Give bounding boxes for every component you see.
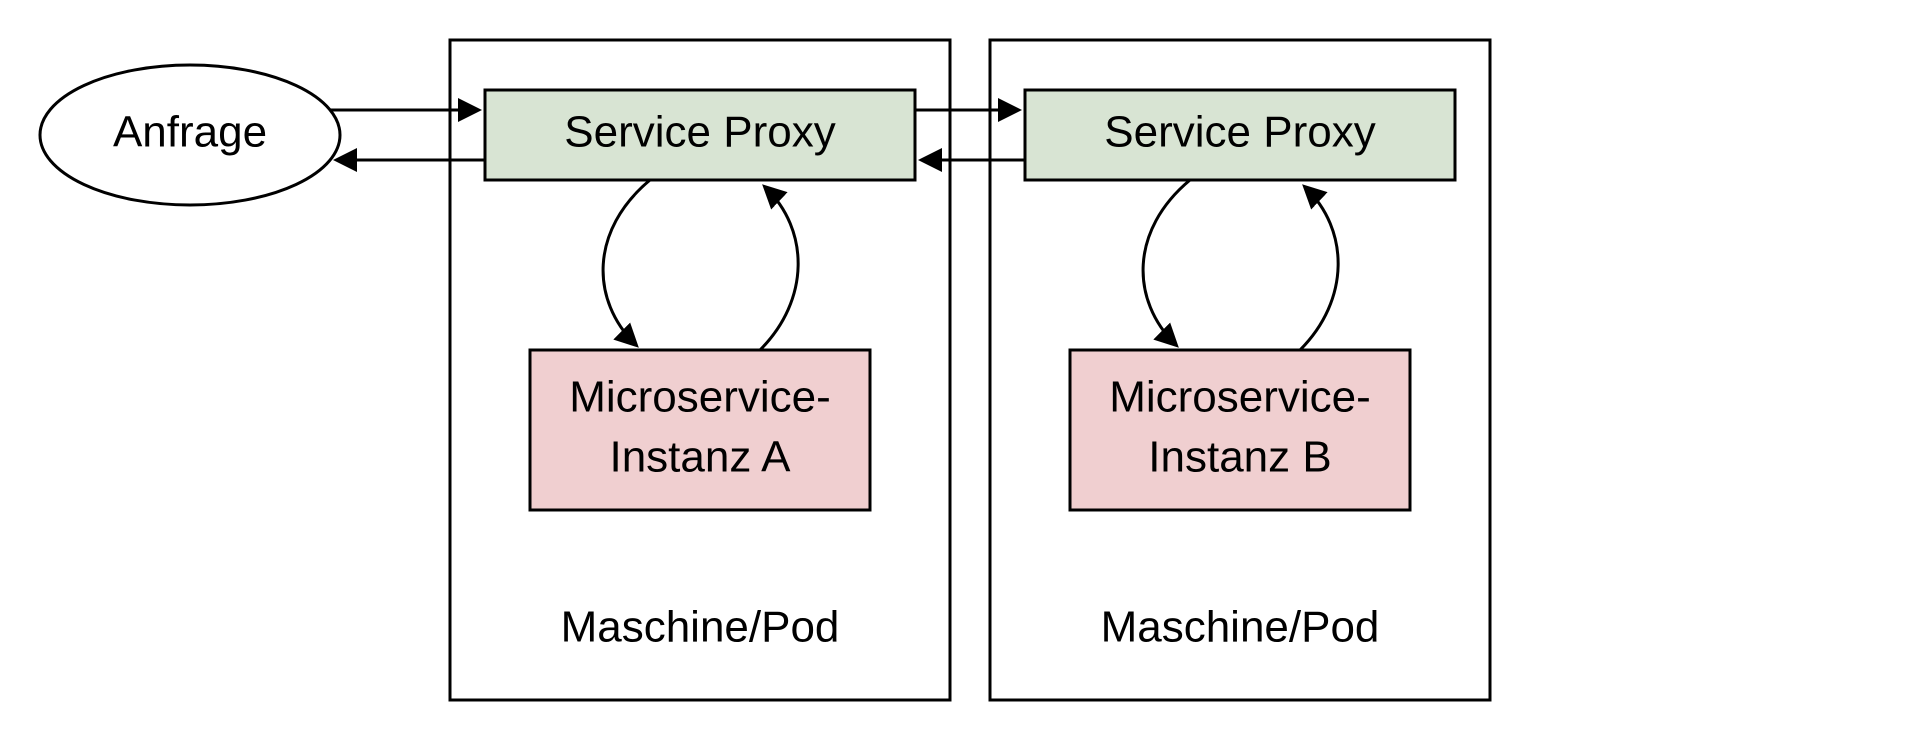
pod-a-service-line2: Instanz A xyxy=(609,433,791,482)
pod-b-service-line1: Microservice- xyxy=(1109,373,1371,422)
service-mesh-diagram: Anfrage Service Proxy Microservice- Inst… xyxy=(0,0,1908,745)
pod-a-proxy-label: Service Proxy xyxy=(564,108,835,157)
pod-b-title: Maschine/Pod xyxy=(1101,603,1380,652)
pod-a-service-line1: Microservice- xyxy=(569,373,831,422)
pod-b-service-line2: Instanz B xyxy=(1148,433,1331,482)
pod-b-proxy-label: Service Proxy xyxy=(1104,108,1375,157)
pod-a-title: Maschine/Pod xyxy=(561,603,840,652)
request-label: Anfrage xyxy=(113,108,267,157)
